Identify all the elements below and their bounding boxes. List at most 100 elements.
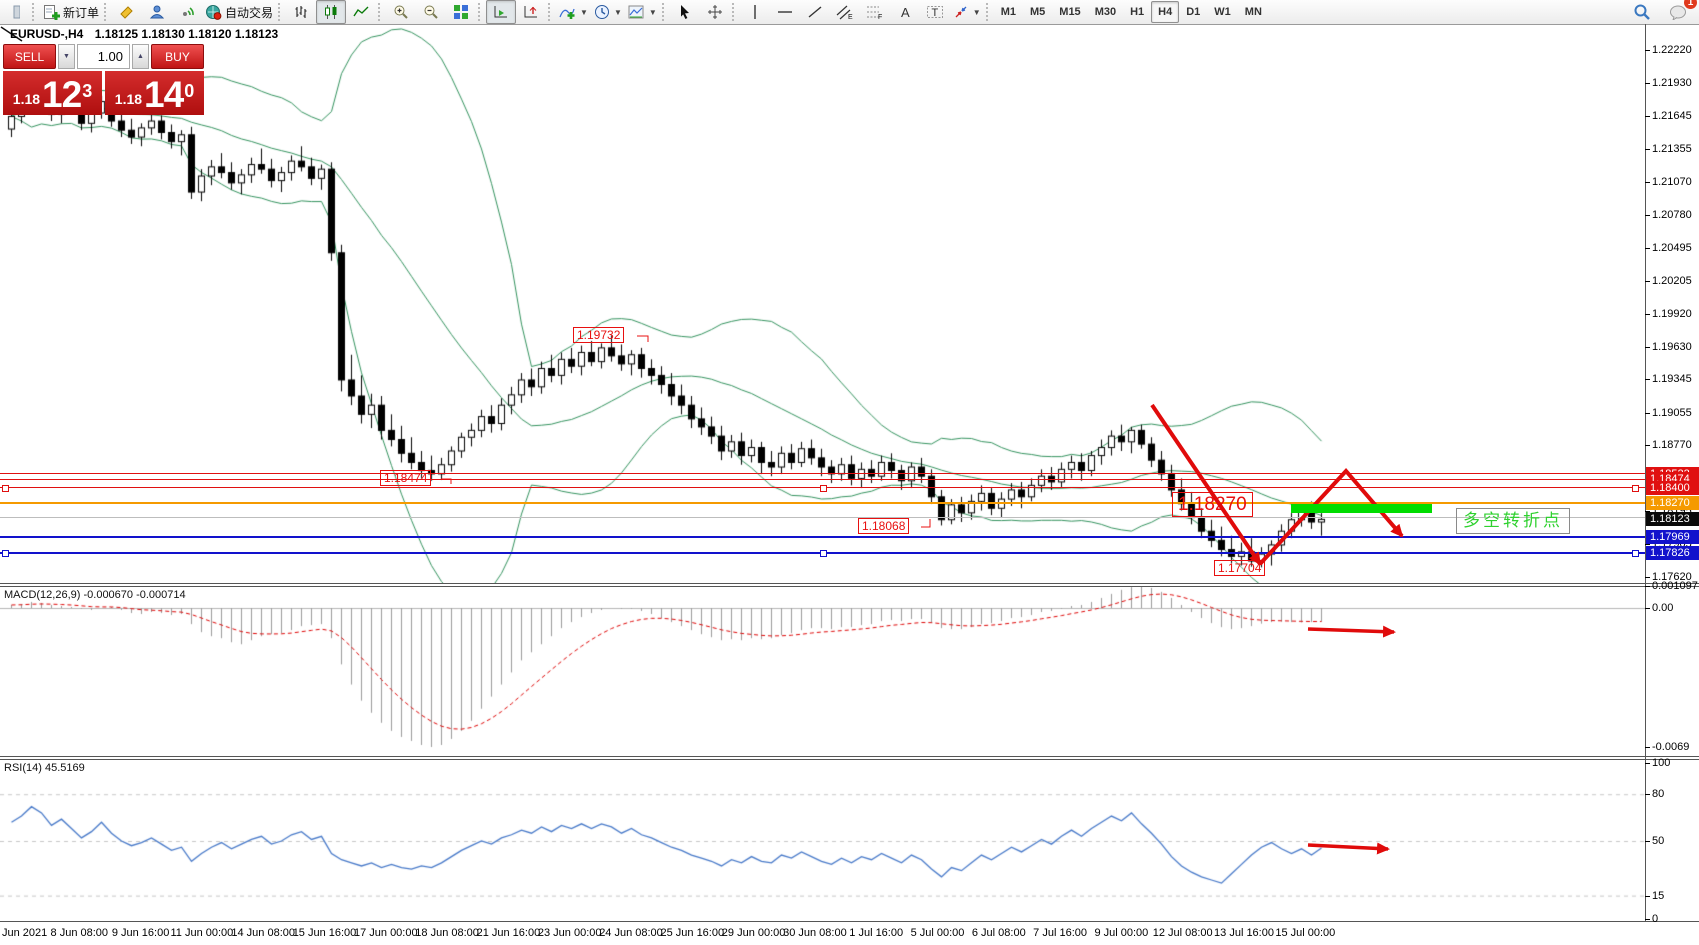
notifications-button[interactable]: 1 (1663, 0, 1693, 24)
volume-input[interactable]: 1.00 (77, 44, 130, 69)
timeframe-m30[interactable]: M30 (1088, 1, 1123, 23)
zoom-in-button[interactable] (386, 0, 416, 24)
rsi-value: 45.5169 (45, 762, 85, 774)
arrow-objects-icon (953, 4, 969, 20)
search-button[interactable] (1627, 0, 1657, 24)
chart-shift-button[interactable] (516, 0, 546, 24)
time-label: 1 Jul 16:00 (849, 927, 903, 939)
horizontal-line-button[interactable] (770, 0, 800, 24)
price-callout-1.18270[interactable]: 1.18270 (1172, 492, 1253, 517)
buy-price-display[interactable]: 1.18 14 0 (105, 71, 204, 115)
time-label: 6 Jul 08:00 (972, 927, 1026, 939)
new-order-button[interactable]: 新订单 (40, 0, 102, 24)
time-label: 12 Jul 08:00 (1153, 927, 1213, 939)
panel-border (0, 921, 1699, 922)
timeframe-m15[interactable]: M15 (1052, 1, 1087, 23)
add-indicator-button[interactable]: ▼ (556, 0, 591, 24)
toolbar-grip (32, 3, 38, 21)
time-label: 8 Jun 08:00 (51, 927, 109, 939)
price-tick-mark (1645, 544, 1650, 545)
equidistant-channel-button[interactable]: E (830, 0, 860, 24)
timeframe-m1[interactable]: M1 (994, 1, 1023, 23)
rsi-tick-label: 15 (1652, 889, 1664, 903)
trader-button[interactable] (142, 0, 172, 24)
auto-scroll-button[interactable] (486, 0, 516, 24)
price-chart-canvas[interactable] (0, 24, 1645, 583)
trendline-button[interactable] (800, 0, 830, 24)
line-handle[interactable] (2, 550, 9, 557)
buy-button[interactable]: BUY (151, 44, 204, 69)
dropdown-arrow-icon: ▼ (614, 8, 622, 17)
panel-border[interactable] (0, 756, 1699, 757)
timeframe-d1[interactable]: D1 (1179, 1, 1207, 23)
bar-chart-button[interactable] (286, 0, 316, 24)
svg-text:E: E (848, 14, 853, 20)
price-tick-label: 1.21070 (1652, 175, 1692, 189)
timeframe-h4[interactable]: H4 (1151, 1, 1179, 23)
price-tick-mark (1645, 379, 1650, 380)
candlestick-chart-button[interactable] (316, 0, 346, 24)
price-tag-1.18400: 1.18400 (1646, 481, 1699, 495)
ohlc-values: 1.18125 1.18130 1.18120 1.18123 (95, 27, 279, 41)
tile-windows-button[interactable] (446, 0, 476, 24)
line-handle[interactable] (1632, 485, 1639, 492)
hline-1.18522[interactable] (0, 473, 1645, 474)
crosshair-button[interactable] (700, 0, 730, 24)
price-tick-mark (1645, 413, 1650, 414)
bull-bear-turning-point-annotation[interactable]: 多空转折点 (1456, 508, 1570, 534)
volume-increase-button[interactable]: ▲ (132, 44, 149, 69)
price-callout-1.18068[interactable]: 1.18068 (858, 518, 909, 534)
price-tick-label: 1.19345 (1652, 372, 1692, 386)
rsi-canvas[interactable] (0, 759, 1645, 921)
time-label: 25 Jun 16:00 (660, 927, 724, 939)
macd-tick-label: 0.00 (1652, 601, 1673, 615)
template-button[interactable]: ▼ (625, 0, 660, 24)
line-handle[interactable] (2, 485, 9, 492)
line-handle[interactable] (1632, 550, 1639, 557)
price-tick-label: 1.20780 (1652, 208, 1692, 222)
zoom-out-button[interactable] (416, 0, 446, 24)
macd-canvas[interactable] (0, 586, 1645, 756)
price-callout-1.18474[interactable]: 1.18474 (380, 470, 431, 486)
chart-fragment-icon[interactable] (0, 0, 30, 24)
hline-1.1827[interactable] (0, 502, 1645, 504)
macd-tick-mark (1645, 608, 1650, 609)
dropdown-arrow-icon: ▼ (580, 8, 588, 17)
signal-button[interactable] (172, 0, 202, 24)
svg-text:T: T (931, 7, 938, 19)
volume-decrease-button[interactable]: ▼ (58, 44, 75, 69)
price-tick-mark (1645, 248, 1650, 249)
buy-price-sup: 0 (184, 84, 194, 98)
line-handle[interactable] (820, 550, 827, 557)
line-chart-button[interactable] (346, 0, 376, 24)
line-handle[interactable] (820, 485, 827, 492)
autotrading-button[interactable]: 自动交易 (202, 0, 276, 24)
time-label: 15 Jun 16:00 (293, 927, 357, 939)
hline-1.17969[interactable] (0, 536, 1645, 538)
price-callout-1.19732[interactable]: 1.19732 (573, 327, 624, 343)
timeframe-m5[interactable]: M5 (1023, 1, 1052, 23)
marketwatch-arrow-button[interactable] (112, 0, 142, 24)
price-callout-1.17704[interactable]: 1.17704 (1214, 560, 1265, 576)
time-label: 15 Jul 00:00 (1275, 927, 1335, 939)
arrow-objects-button[interactable]: ▼ (950, 0, 984, 24)
sell-price-display[interactable]: 1.18 12 3 (3, 71, 102, 115)
panel-border[interactable] (0, 583, 1699, 584)
hline-1.1814[interactable] (0, 517, 1645, 518)
vertical-line-button[interactable] (740, 0, 770, 24)
horizontal-line-icon (777, 4, 793, 20)
chart-shift-icon (523, 4, 539, 20)
timeframe-w1[interactable]: W1 (1207, 1, 1238, 23)
sell-button[interactable]: SELL (3, 44, 56, 69)
price-tick-mark (1645, 149, 1650, 150)
fibonacci-button[interactable]: F (860, 0, 890, 24)
timeframe-h1[interactable]: H1 (1123, 1, 1151, 23)
timeframe-mn[interactable]: MN (1238, 1, 1269, 23)
periods-button[interactable]: ▼ (591, 0, 625, 24)
time-label: 21 Jun 16:00 (477, 927, 541, 939)
text-label-button[interactable]: T (920, 0, 950, 24)
cursor-button[interactable] (670, 0, 700, 24)
macd-tick-label: -0.0069 (1652, 740, 1689, 754)
text-button[interactable]: A (890, 0, 920, 24)
hline-1.18474[interactable] (0, 479, 1645, 480)
